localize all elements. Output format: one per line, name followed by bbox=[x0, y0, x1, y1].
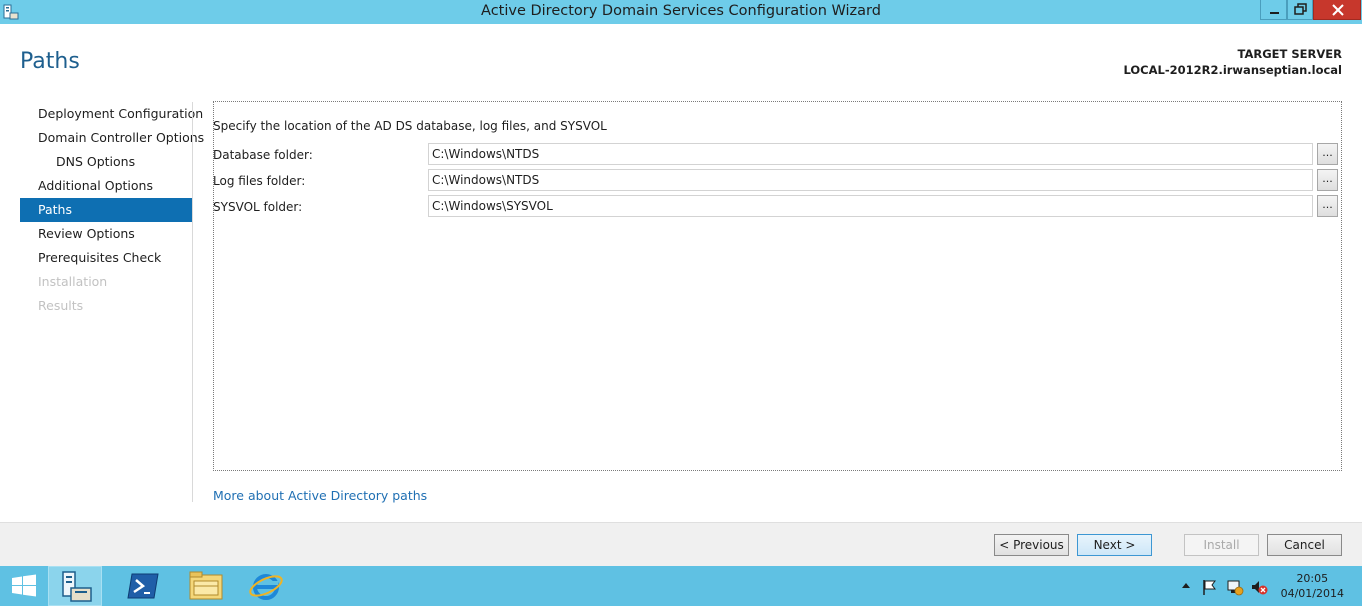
nav-item-deployment-configuration[interactable]: Deployment Configuration bbox=[20, 102, 203, 126]
taskbar-server-manager[interactable] bbox=[48, 566, 102, 606]
taskbar-internet-explorer[interactable] bbox=[236, 566, 296, 606]
restore-icon bbox=[1294, 3, 1307, 15]
clock-date: 04/01/2014 bbox=[1280, 587, 1344, 600]
server-manager-icon bbox=[62, 571, 92, 602]
windows-logo-icon bbox=[12, 574, 36, 597]
powershell-icon bbox=[127, 573, 159, 599]
instruction-text: Specify the location of the AD DS databa… bbox=[213, 119, 607, 133]
log-files-folder-browse-button[interactable]: ... bbox=[1317, 169, 1338, 191]
network-icon[interactable] bbox=[1226, 578, 1244, 596]
window-title: Active Directory Domain Services Configu… bbox=[481, 3, 881, 19]
target-server-label: TARGET SERVER bbox=[1237, 47, 1342, 61]
log-files-folder-input[interactable] bbox=[428, 169, 1313, 191]
close-icon bbox=[1332, 4, 1344, 16]
volume-muted-icon[interactable] bbox=[1250, 578, 1268, 596]
target-server-name: LOCAL-2012R2.irwanseptian.local bbox=[1123, 63, 1342, 77]
nav-item-paths[interactable]: Paths bbox=[20, 198, 192, 222]
more-about-paths-link[interactable]: More about Active Directory paths bbox=[213, 488, 427, 503]
nav-item-domain-controller-options[interactable]: Domain Controller Options bbox=[20, 126, 204, 150]
title-bar: Active Directory Domain Services Configu… bbox=[0, 0, 1362, 24]
taskbar-file-explorer[interactable] bbox=[176, 566, 236, 606]
close-button[interactable] bbox=[1313, 0, 1361, 20]
nav-item-review-options[interactable]: Review Options bbox=[20, 222, 192, 246]
internet-explorer-icon bbox=[249, 574, 283, 600]
database-folder-label: Database folder: bbox=[213, 148, 313, 162]
sysvol-folder-label: SYSVOL folder: bbox=[213, 200, 303, 214]
minimize-icon bbox=[1270, 12, 1279, 14]
clock-time: 20:05 bbox=[1296, 572, 1329, 585]
nav-item-additional-options[interactable]: Additional Options bbox=[20, 174, 192, 198]
wizard-nav: Deployment Configuration Domain Controll… bbox=[20, 102, 204, 318]
page-title: Paths bbox=[20, 49, 80, 74]
nav-divider bbox=[192, 102, 193, 502]
database-folder-input[interactable] bbox=[428, 143, 1313, 165]
nav-item-results: Results bbox=[38, 298, 84, 313]
nav-item-prerequisites-check[interactable]: Prerequisites Check bbox=[20, 246, 192, 270]
next-button[interactable]: Next > bbox=[1077, 534, 1152, 556]
cancel-button[interactable]: Cancel bbox=[1267, 534, 1342, 556]
previous-button[interactable]: < Previous bbox=[994, 534, 1069, 556]
sysvol-folder-browse-button[interactable]: ... bbox=[1317, 195, 1338, 217]
taskbar-clock[interactable]: 20:05 04/01/2014 bbox=[1281, 571, 1344, 601]
show-hidden-icons-chevron-icon[interactable] bbox=[1181, 578, 1191, 594]
maximize-button[interactable] bbox=[1287, 0, 1313, 20]
taskbar-powershell[interactable] bbox=[110, 566, 176, 606]
folder-icon bbox=[189, 571, 223, 600]
action-center-flag-icon[interactable] bbox=[1200, 578, 1218, 596]
nav-item-dns-options[interactable]: DNS Options bbox=[20, 150, 192, 174]
minimize-button[interactable] bbox=[1260, 0, 1287, 20]
install-button: Install bbox=[1184, 534, 1259, 556]
start-button[interactable] bbox=[0, 566, 48, 606]
log-files-folder-label: Log files folder: bbox=[213, 174, 306, 188]
sysvol-folder-input[interactable] bbox=[428, 195, 1313, 217]
wizard-footer bbox=[0, 522, 1362, 566]
database-folder-browse-button[interactable]: ... bbox=[1317, 143, 1338, 165]
nav-item-installation: Installation bbox=[38, 274, 108, 289]
